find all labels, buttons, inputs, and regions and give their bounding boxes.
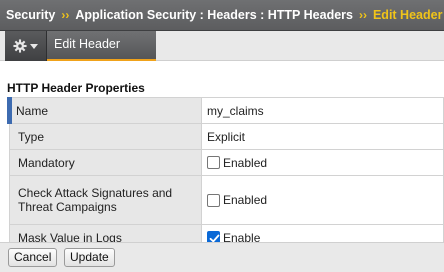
gear-icon	[13, 39, 27, 53]
type-value: Explicit	[201, 123, 444, 150]
breadcrumb-item-edit-header: Edit Header	[372, 8, 443, 22]
table-row: Type Explicit	[9, 123, 444, 150]
mandatory-checkbox[interactable]	[207, 156, 220, 169]
mandatory-checkbox-group: Enabled	[207, 156, 438, 170]
tab-bar: Edit Header	[0, 31, 444, 61]
breadcrumb-separator: ››	[358, 8, 367, 22]
breadcrumb: Security ›› Application Security : Heade…	[0, 0, 444, 31]
footer-bar: Cancel Update	[0, 242, 444, 272]
name-value: my_claims	[201, 97, 444, 124]
breadcrumb-item-security[interactable]: Security	[6, 8, 55, 22]
chevron-down-icon	[30, 43, 38, 49]
update-button[interactable]: Update	[64, 248, 115, 267]
check-attack-signatures-checkbox-label[interactable]: Enabled	[223, 193, 267, 207]
table-row: Name my_claims	[7, 97, 444, 124]
breadcrumb-item-http-headers[interactable]: Application Security : Headers : HTTP He…	[75, 8, 353, 22]
properties-table: Name my_claims Type Explicit Mandatory E…	[7, 97, 444, 251]
check-attack-signatures-label: Check Attack Signatures and Threat Campa…	[9, 175, 202, 225]
section-title: HTTP Header Properties	[7, 81, 145, 95]
table-row: Check Attack Signatures and Threat Campa…	[9, 175, 444, 225]
type-label: Type	[9, 123, 202, 150]
check-attack-signatures-checkbox[interactable]	[207, 193, 220, 207]
cancel-button[interactable]: Cancel	[8, 248, 58, 267]
breadcrumb-separator: ››	[61, 8, 70, 22]
check-attack-signatures-checkbox-group: Enabled	[207, 193, 438, 207]
tab-edit-header[interactable]: Edit Header	[47, 31, 156, 61]
table-row: Mandatory Enabled	[9, 149, 444, 176]
mandatory-label: Mandatory	[9, 149, 202, 176]
name-label: Name	[7, 97, 202, 124]
mandatory-checkbox-label[interactable]: Enabled	[223, 156, 267, 170]
gear-menu-button[interactable]	[5, 31, 47, 61]
